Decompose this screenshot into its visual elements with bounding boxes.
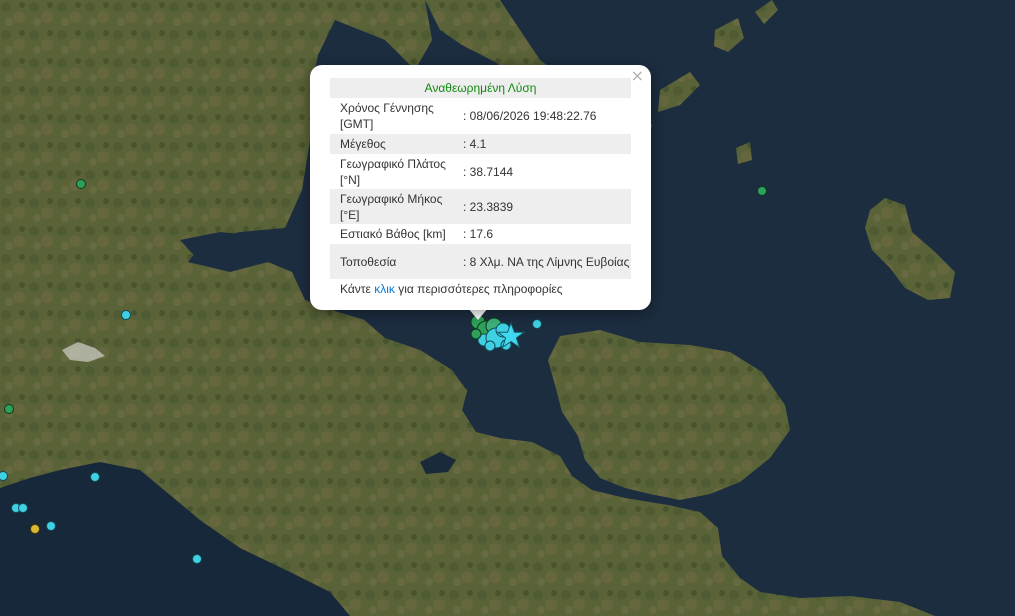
location-label: Τοποθεσία <box>340 254 397 269</box>
event-marker[interactable] <box>484 340 496 352</box>
row-latitude: Γεωγραφικό Πλάτος [°N] : 38.7144 <box>330 154 631 189</box>
location-value: : 8 Χλμ. ΝΑ της Λίμνης Ευβοίας <box>463 254 630 269</box>
popup-title: Αναθεωρημένη Λύση <box>330 78 631 98</box>
event-marker[interactable] <box>18 503 28 513</box>
close-icon[interactable]: × <box>631 68 644 84</box>
event-marker[interactable] <box>192 554 202 564</box>
longitude-label: Γεωγραφικό Μήκος [°E] <box>340 191 443 222</box>
magnitude-label: Μέγεθος <box>340 137 386 151</box>
more-info-prefix: Κάντε <box>340 282 375 296</box>
more-info-link[interactable]: κλικ <box>374 282 395 296</box>
event-marker[interactable] <box>470 328 482 340</box>
more-info-suffix: για περισσότερες πληροφορίες <box>394 282 563 296</box>
event-marker[interactable] <box>46 521 56 531</box>
event-marker[interactable] <box>532 319 542 329</box>
longitude-value: : 23.3839 <box>463 199 514 214</box>
origin-time-label: Χρόνος Γέννησης [GMT] <box>340 101 434 131</box>
origin-time-value: : 08/06/2026 19:48:22.76 <box>463 109 597 123</box>
event-marker[interactable] <box>30 524 40 534</box>
event-marker[interactable] <box>121 310 131 320</box>
event-marker[interactable] <box>76 179 86 189</box>
more-info-text: Κάντε κλικ για περισσότερες πληροφορίες <box>330 281 631 297</box>
depth-label: Εστιακό Βάθος [km] <box>340 227 446 241</box>
magnitude-value: : 4.1 <box>463 137 487 151</box>
latitude-value: : 38.7144 <box>463 164 514 179</box>
event-marker[interactable] <box>90 472 100 482</box>
row-magnitude: Μέγεθος : 4.1 <box>330 134 631 154</box>
row-location: Τοποθεσία : 8 Χλμ. ΝΑ της Λίμνης Ευβοίας <box>330 244 631 279</box>
event-marker[interactable] <box>757 186 767 196</box>
event-marker[interactable] <box>0 471 8 481</box>
row-origin-time: Χρόνος Γέννησης [GMT] : 08/06/2026 19:48… <box>330 98 631 134</box>
event-info-table: Αναθεωρημένη Λύση Χρόνος Γέννησης [GMT] … <box>330 78 631 297</box>
event-marker[interactable] <box>4 404 14 414</box>
event-popup: × Αναθεωρημένη Λύση Χρόνος Γέννησης [GMT… <box>310 65 651 310</box>
row-longitude: Γεωγραφικό Μήκος [°E] : 23.3839 <box>330 189 631 224</box>
row-depth: Εστιακό Βάθος [km] : 17.6 <box>330 224 631 244</box>
depth-value: : 17.6 <box>463 227 494 241</box>
latitude-label: Γεωγραφικό Πλάτος [°N] <box>340 156 446 187</box>
